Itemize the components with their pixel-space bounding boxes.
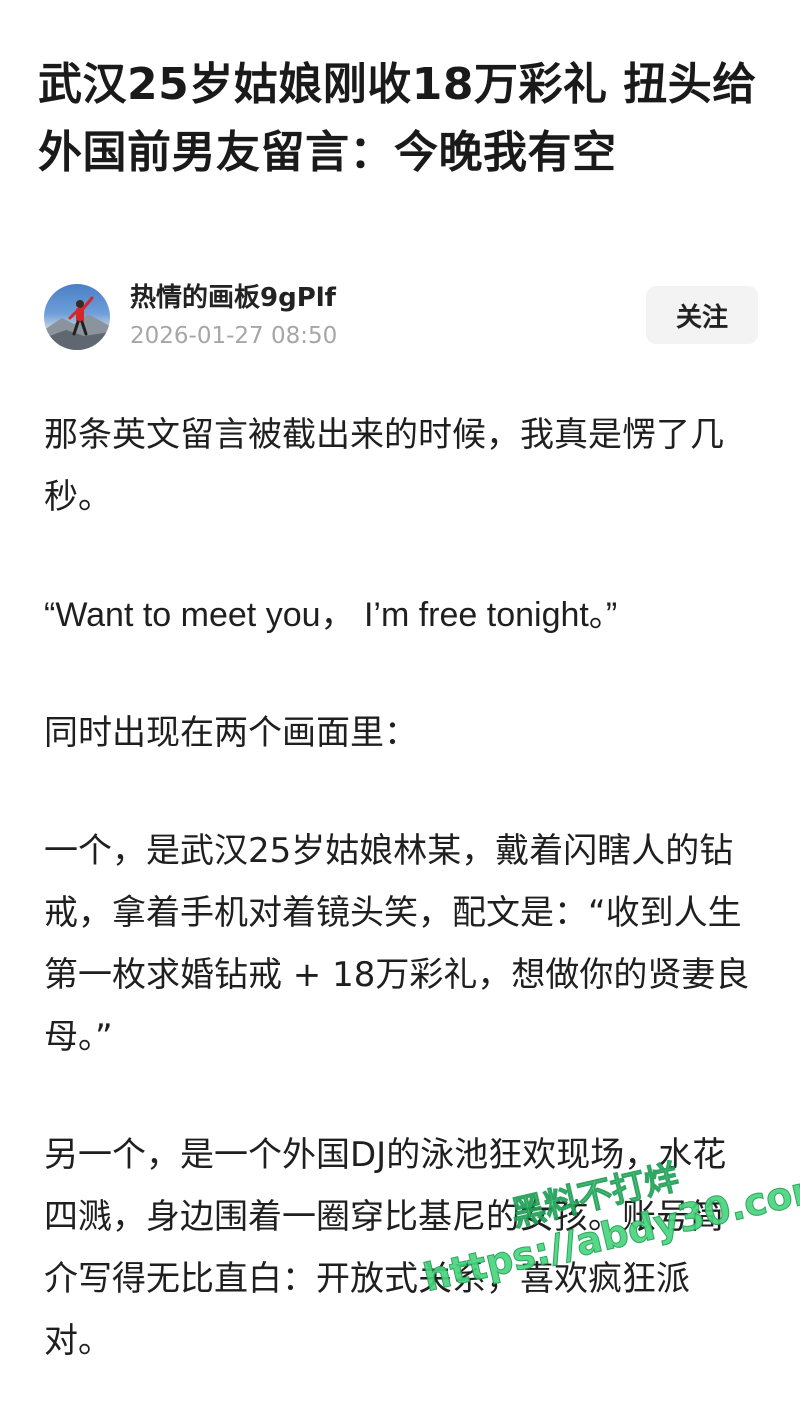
- article-title: 武汉25岁姑娘刚收18万彩礼 扭头给外国前男友留言：今晚我有空: [38, 59, 757, 179]
- author-row: 热情的画板9gPlf 2026-01-27 08:50 关注: [44, 280, 758, 352]
- follow-button[interactable]: 关注: [646, 286, 758, 344]
- paragraph: 一个，是武汉25岁姑娘林某，戴着闪瞎人的钻戒，拿着手机对着镜头笑，配文是：“收到…: [44, 831, 750, 1057]
- avatar-hiker-icon: [44, 296, 110, 350]
- paragraph: 同时出现在两个画面里：: [44, 713, 418, 753]
- post-timestamp: 2026-01-27 08:50: [130, 323, 338, 349]
- paragraph-quote: “Want to meet you， I’m free tonight。”: [44, 596, 618, 634]
- paragraph: 那条英文留言被截出来的时候，我真是愣了几秒。: [44, 415, 724, 517]
- paragraph: 另一个，是一个外国DJ的泳池狂欢现场，水花四溅，身边围着一圈穿比基尼的女孩。账号…: [44, 1135, 727, 1361]
- author-name[interactable]: 热情的画板9gPlf: [130, 280, 336, 316]
- article-body: 那条英文留言被截出来的时候，我真是愣了几秒。 “Want to meet you…: [44, 404, 756, 1428]
- author-avatar[interactable]: [44, 284, 110, 350]
